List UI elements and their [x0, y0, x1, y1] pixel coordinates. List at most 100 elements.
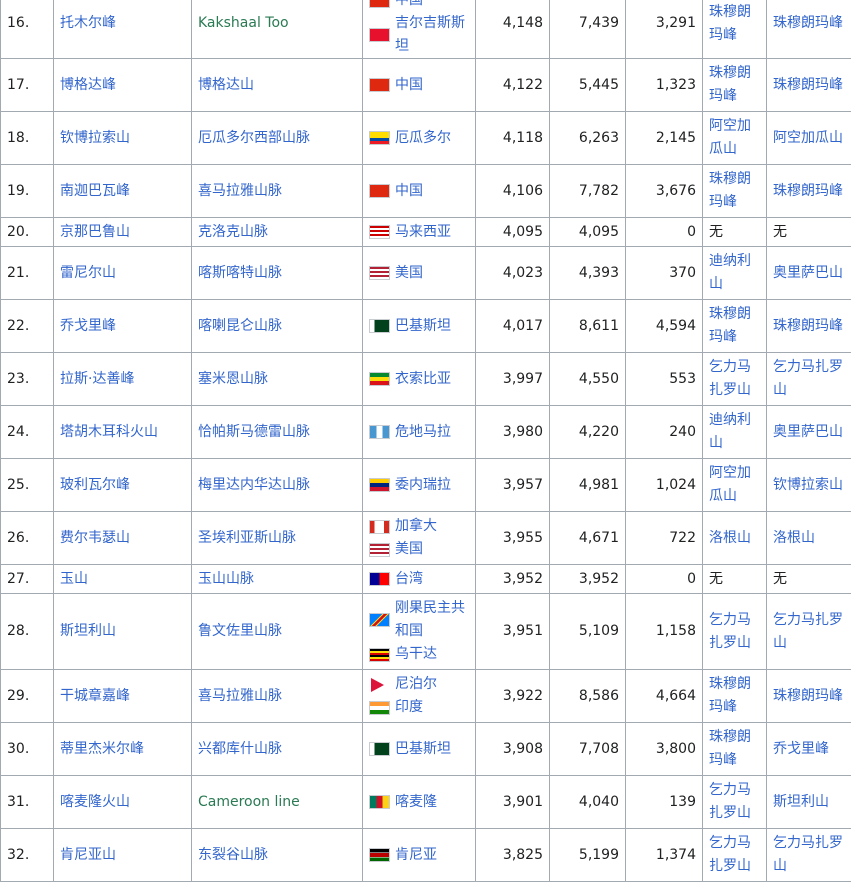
range-link[interactable]: 兴都库什山脉	[198, 741, 282, 757]
isolation-peak-cell-link[interactable]: 洛根山	[773, 530, 815, 546]
range-link[interactable]: 博格达山	[198, 77, 254, 93]
peak-name-link[interactable]: 拉斯·达善峰	[60, 371, 134, 387]
range-link[interactable]: 厄瓜多尔西部山脉	[198, 130, 310, 146]
range-link[interactable]: 玉山山脉	[198, 571, 254, 587]
country-link[interactable]: 巴基斯坦	[395, 315, 451, 338]
country-link[interactable]: 美国	[395, 538, 423, 561]
peak-name-link[interactable]: 费尔韦瑟山	[60, 530, 130, 546]
parent-peak-cell-link[interactable]: 珠穆朗玛峰	[709, 65, 751, 104]
peak-name-link[interactable]: 肯尼亚山	[60, 847, 116, 863]
prominence-cell: 0	[625, 217, 703, 247]
range-link[interactable]: 克洛克山脉	[198, 224, 268, 240]
peak-name-link[interactable]: 塔胡木耳科火山	[60, 424, 158, 440]
isolation-peak-cell-link[interactable]: 乞力马扎罗山	[773, 835, 843, 874]
isolation-peak-cell-link[interactable]: 奥里萨巴山	[773, 424, 843, 440]
country-link[interactable]: 乌干达	[395, 643, 437, 666]
isolation-peak-cell-link[interactable]: 阿空加瓜山	[773, 130, 843, 146]
peak-name-link[interactable]: 玉山	[60, 571, 88, 587]
table-row: 20. 京那巴鲁山 克洛克山脉 马来西亚 4,095 4,095 0 无无	[0, 217, 851, 247]
range-link[interactable]: 喜马拉雅山脉	[198, 688, 282, 704]
parent-peak-cell-link[interactable]: 珠穆朗玛峰	[709, 306, 751, 345]
range-link[interactable]: 恰帕斯马德雷山脉	[198, 424, 310, 440]
peak-name-link[interactable]: 斯坦利山	[60, 623, 116, 639]
country-link[interactable]: 中国	[395, 0, 423, 12]
flag-cm-icon	[369, 795, 390, 809]
country-link[interactable]: 巴基斯坦	[395, 738, 451, 761]
peak-name-link[interactable]: 雷尼尔山	[60, 265, 116, 281]
range-link[interactable]: Cameroon line	[198, 794, 300, 810]
country-link[interactable]: 厄瓜多尔	[395, 127, 451, 150]
peak-name-link[interactable]: 托木尔峰	[60, 15, 116, 31]
country-link[interactable]: 中国	[395, 180, 423, 203]
isolation-peak-cell-link[interactable]: 珠穆朗玛峰	[773, 688, 843, 704]
range-link[interactable]: 塞米恩山脉	[198, 371, 268, 387]
isolation-peak-cell-link[interactable]: 钦博拉索山	[773, 477, 843, 493]
country-link[interactable]: 肯尼亚	[395, 844, 437, 867]
parent-peak-cell-link[interactable]: 乞力马扎罗山	[709, 612, 751, 651]
parent-peak-cell-link[interactable]: 乞力马扎罗山	[709, 782, 751, 821]
parent-elevation-cell: 4,095	[549, 217, 626, 247]
isolation-peak-cell-link[interactable]: 奥里萨巴山	[773, 265, 843, 281]
country-link[interactable]: 美国	[395, 262, 423, 285]
parent-elevation-cell: 5,199	[549, 828, 626, 882]
country-link[interactable]: 马来西亚	[395, 221, 451, 244]
range-cell: Kakshaal Too	[191, 0, 363, 59]
prominence-cell: 4,664	[625, 669, 703, 723]
parent-peak-cell-link[interactable]: 珠穆朗玛峰	[709, 676, 751, 715]
flag-ug-icon	[369, 647, 390, 662]
country-link[interactable]: 危地马拉	[395, 421, 451, 444]
parent-peak-cell-link[interactable]: 乞力马扎罗山	[709, 835, 751, 874]
country-link[interactable]: 刚果民主共和国	[395, 597, 469, 643]
parent-peak-cell-link[interactable]: 乞力马扎罗山	[709, 359, 751, 398]
range-link[interactable]: 喀喇昆仑山脉	[198, 318, 282, 334]
parent-peak-cell-link[interactable]: 阿空加瓜山	[709, 465, 751, 504]
parent-peak-cell-link[interactable]: 阿空加瓜山	[709, 118, 751, 157]
peak-name-link[interactable]: 干城章嘉峰	[60, 688, 130, 704]
range-link[interactable]: 喀斯喀特山脉	[198, 265, 282, 281]
country-entry: 中国	[369, 180, 469, 203]
country-link[interactable]: 委内瑞拉	[395, 474, 451, 497]
rank-cell: 30.	[0, 722, 54, 776]
peak-name-link[interactable]: 博格达峰	[60, 77, 116, 93]
prominence-cell: 0	[625, 564, 703, 594]
peak-name-link[interactable]: 钦博拉索山	[60, 130, 130, 146]
isolation-peak-cell-link[interactable]: 珠穆朗玛峰	[773, 183, 843, 199]
parent-peak-cell-link[interactable]: 珠穆朗玛峰	[709, 4, 751, 43]
range-link[interactable]: 圣埃利亚斯山脉	[198, 530, 296, 546]
parent-peak-cell-link[interactable]: 珠穆朗玛峰	[709, 171, 751, 210]
isolation-peak-cell-link[interactable]: 珠穆朗玛峰	[773, 77, 843, 93]
parent-peak-cell-link[interactable]: 珠穆朗玛峰	[709, 729, 751, 768]
peak-name-link[interactable]: 蒂里杰米尔峰	[60, 741, 144, 757]
isolation-peak-cell-link[interactable]: 珠穆朗玛峰	[773, 318, 843, 334]
peak-name-link[interactable]: 乔戈里峰	[60, 318, 116, 334]
parent-peak-cell-link[interactable]: 迪纳利山	[709, 253, 751, 292]
parent-peak-cell-link[interactable]: 迪纳利山	[709, 412, 751, 451]
country-link[interactable]: 衣索比亚	[395, 368, 451, 391]
country-link[interactable]: 中国	[395, 74, 423, 97]
country-link[interactable]: 台湾	[395, 568, 423, 591]
range-link[interactable]: 梅里达内华达山脉	[198, 477, 310, 493]
peak-name-link[interactable]: 南迦巴瓦峰	[60, 183, 130, 199]
country-link[interactable]: 喀麦隆	[395, 791, 437, 814]
country-link[interactable]: 加拿大	[395, 515, 437, 538]
peak-name-link[interactable]: 玻利瓦尔峰	[60, 477, 130, 493]
isolation-peak-cell-link[interactable]: 斯坦利山	[773, 794, 829, 810]
parent-elevation-cell: 3,952	[549, 564, 626, 594]
peak-name-cell: 玉山	[53, 564, 192, 594]
peak-name-link[interactable]: 京那巴鲁山	[60, 224, 130, 240]
country-link[interactable]: 印度	[395, 696, 423, 719]
peak-name-cell: 托木尔峰	[53, 0, 192, 59]
country-link[interactable]: 尼泊尔	[395, 673, 437, 696]
isolation-peak-cell-link[interactable]: 乞力马扎罗山	[773, 612, 843, 651]
parent-peak-cell-link[interactable]: 洛根山	[709, 530, 751, 546]
range-link[interactable]: Kakshaal Too	[198, 15, 289, 31]
isolation-peak-cell-link[interactable]: 乔戈里峰	[773, 741, 829, 757]
country-link[interactable]: 吉尔吉斯斯坦	[395, 12, 469, 58]
range-link[interactable]: 东裂谷山脉	[198, 847, 268, 863]
isolation-peak-cell-link[interactable]: 珠穆朗玛峰	[773, 15, 843, 31]
peak-name-cell: 喀麦隆火山	[53, 775, 192, 829]
range-link[interactable]: 鲁文佐里山脉	[198, 623, 282, 639]
peak-name-link[interactable]: 喀麦隆火山	[60, 794, 130, 810]
range-link[interactable]: 喜马拉雅山脉	[198, 183, 282, 199]
isolation-peak-cell-link[interactable]: 乞力马扎罗山	[773, 359, 843, 398]
